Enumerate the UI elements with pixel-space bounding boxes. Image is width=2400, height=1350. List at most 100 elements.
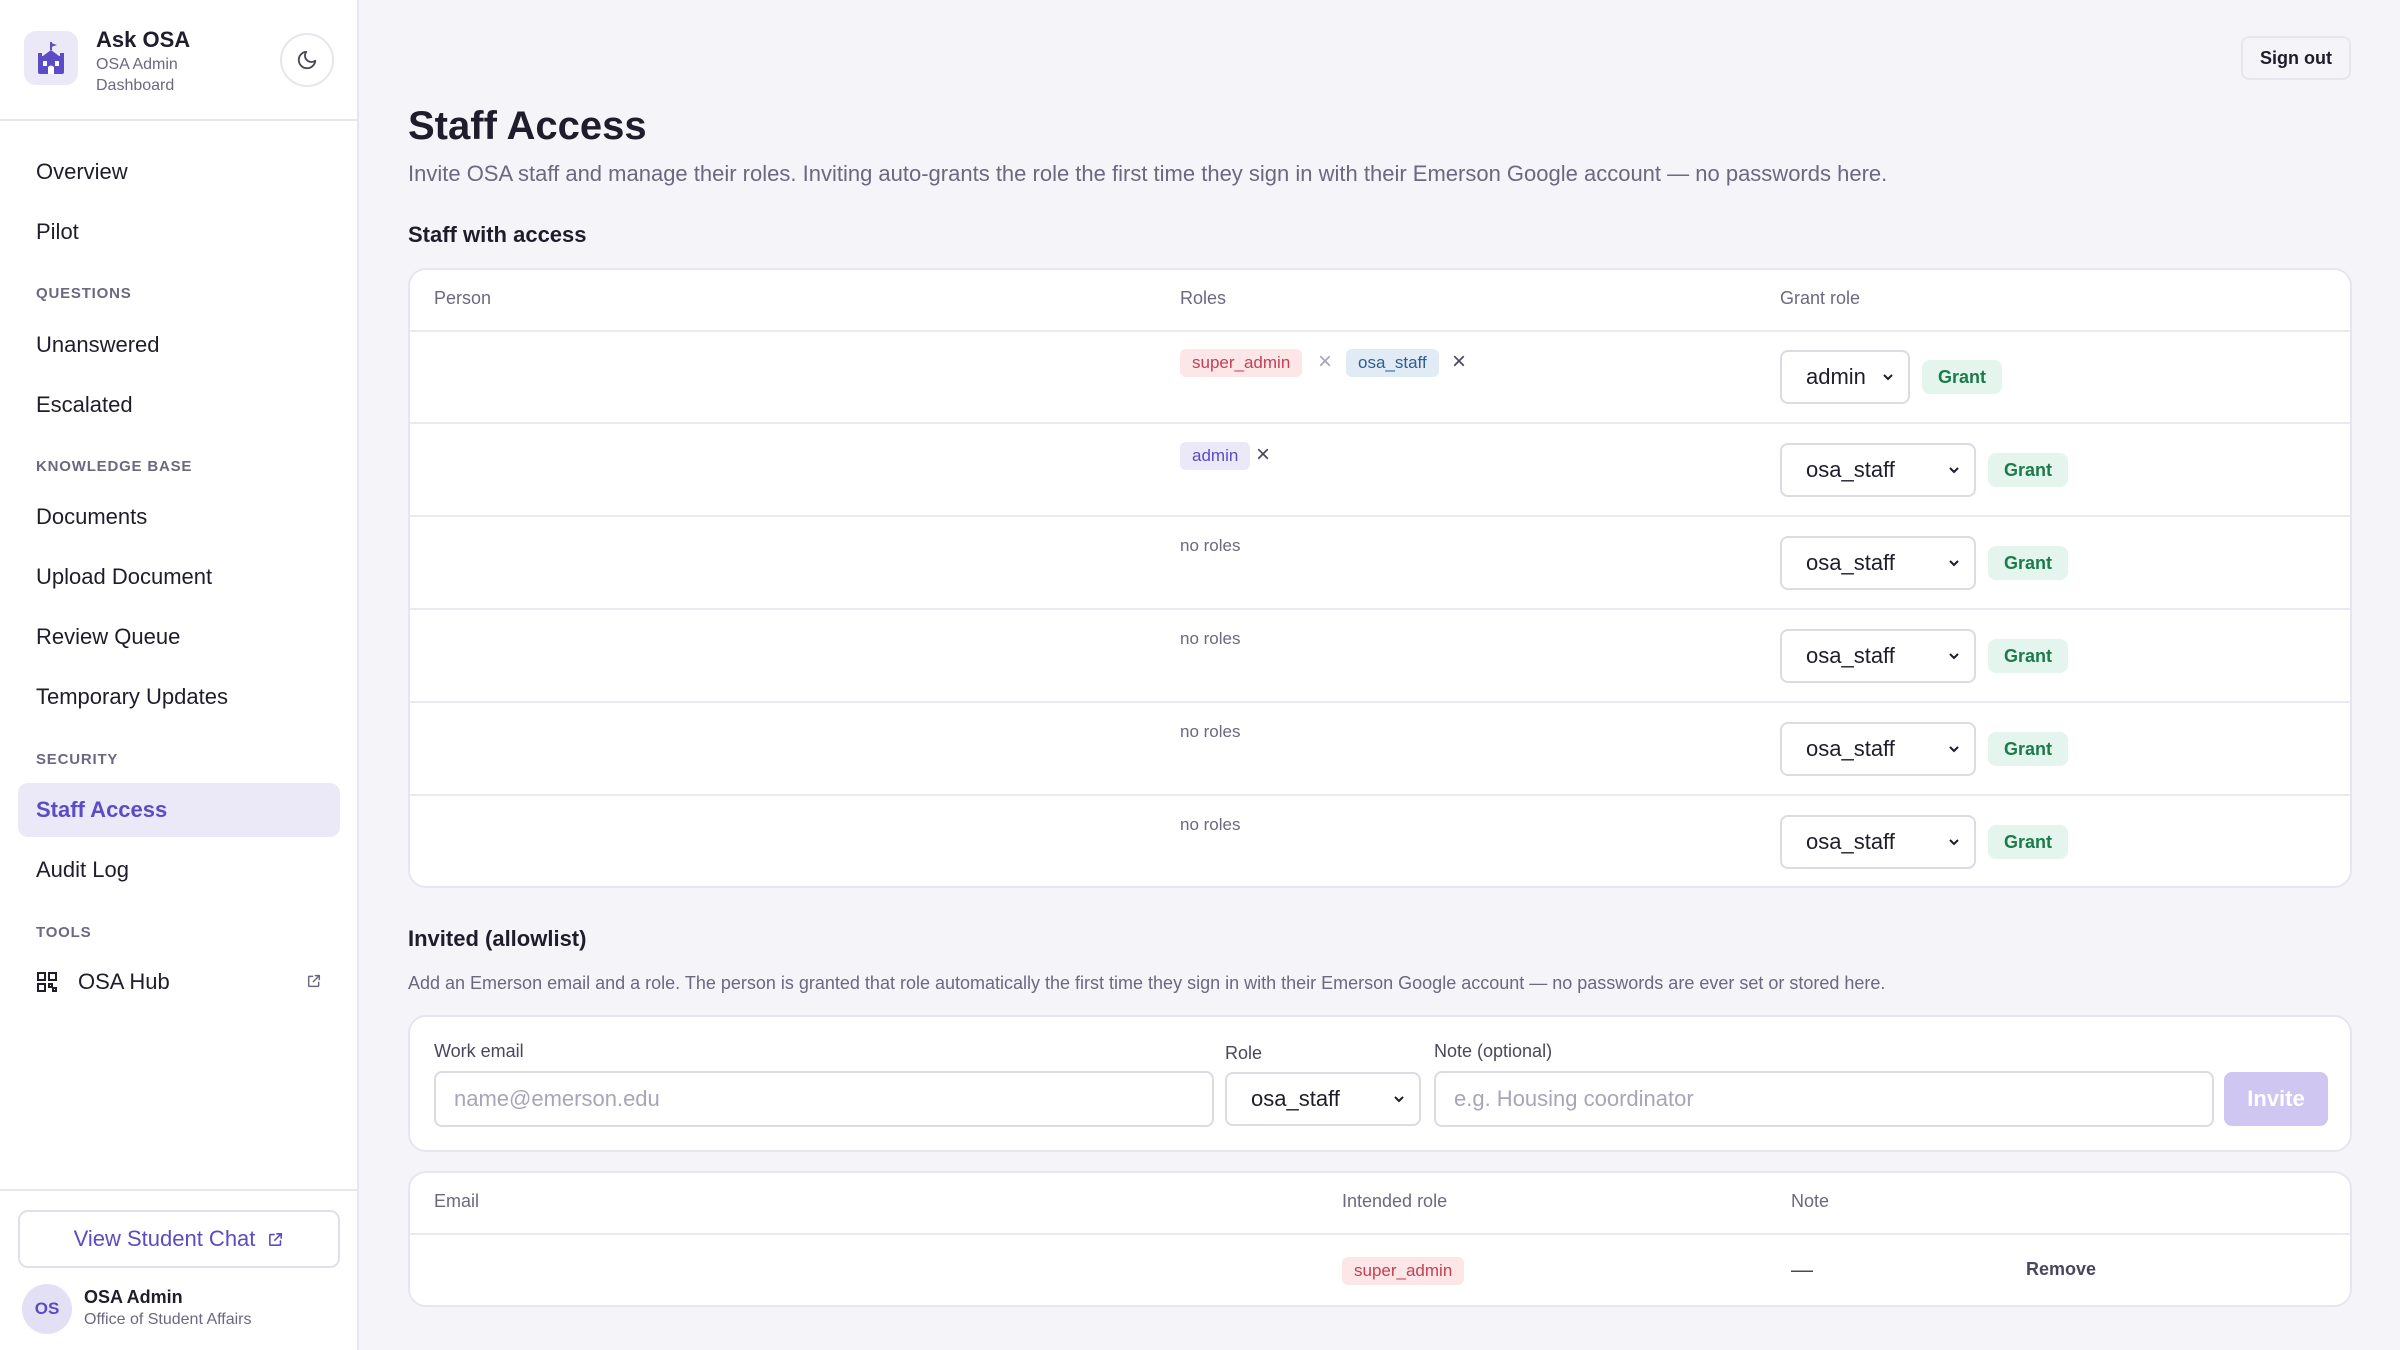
role-chip-osa-staff: osa_staff [1346, 349, 1439, 377]
grant-button[interactable]: Grant [1988, 453, 2069, 487]
sidebar-item-overview[interactable]: Overview [18, 145, 340, 199]
no-roles-text: no roles [1180, 815, 1241, 834]
user-name: OSA Admin [84, 1287, 183, 1307]
view-student-chat-button[interactable]: View Student Chat [18, 1210, 340, 1268]
work-email-input[interactable] [434, 1071, 1214, 1127]
remove-role-osa-staff-close-icon[interactable]: × [1452, 350, 1466, 374]
nav-section-security: SECURITY [36, 751, 119, 768]
chevron-down-icon [1949, 839, 1959, 846]
staff-table: Person Roles Grant role super_admin × os… [408, 268, 2352, 888]
column-header-grant-role: Grant role [1780, 288, 1861, 308]
external-link-icon [269, 1232, 283, 1246]
avatar: OS [22, 1284, 72, 1334]
grant-role-select-value: admin [1806, 364, 1866, 389]
remove-role-admin-close-icon[interactable]: × [1256, 443, 1270, 467]
sidebar-item-label: OSA Hub [78, 969, 170, 994]
grant-button[interactable]: Grant [1988, 732, 2069, 766]
page-title: Staff Access [408, 104, 647, 148]
grant-role-select[interactable]: osa_staff [1780, 815, 1976, 869]
grant-role-select-value: osa_staff [1806, 457, 1895, 482]
grant-role-select-value: osa_staff [1806, 643, 1895, 668]
nav-section-knowledge-base: KNOWLEDGE BASE [36, 458, 193, 475]
brand-header: Ask OSA OSA Admin Dashboard [0, 0, 357, 121]
sidebar-item-upload-document[interactable]: Upload Document [18, 550, 340, 604]
role-chip-admin: admin [1180, 442, 1251, 470]
chevron-down-icon [1883, 374, 1893, 381]
chevron-down-icon [1949, 746, 1959, 753]
no-roles-text: no roles [1180, 536, 1241, 555]
header-divider [410, 330, 2350, 332]
row-divider [410, 422, 2350, 424]
sidebar-item-label: Review Queue [36, 624, 181, 649]
note-input[interactable] [1434, 1071, 2214, 1127]
column-header-note: Note [1791, 1191, 1830, 1211]
sidebar-item-label: Overview [36, 159, 128, 184]
sidebar-item-temporary-updates[interactable]: Temporary Updates [18, 670, 340, 724]
grid-icon [37, 972, 57, 992]
sidebar-item-label: Audit Log [36, 857, 129, 882]
grant-role-select-value: osa_staff [1806, 550, 1895, 575]
nav-section-questions: QUESTIONS [36, 285, 132, 302]
no-roles-text: no roles [1180, 629, 1241, 648]
grant-role-select-value: osa_staff [1806, 829, 1895, 854]
sidebar: Ask OSA OSA Admin Dashboard Overview Pil… [0, 0, 359, 1350]
sidebar-item-label: Pilot [36, 219, 79, 244]
castle-icon [24, 31, 78, 85]
sidebar-footer: View Student Chat OS OSA Admin Office of… [0, 1189, 357, 1350]
column-header-person: Person [434, 288, 492, 308]
invite-role-select[interactable]: osa_staff [1225, 1072, 1421, 1126]
invited-table: Email Intended role Note super_admin — R… [408, 1171, 2352, 1307]
header-divider [410, 1233, 2350, 1235]
grant-button[interactable]: Grant [1922, 360, 2003, 394]
role-label: Role [1225, 1043, 1263, 1063]
view-student-chat-label: View Student Chat [73, 1226, 256, 1251]
grant-role-select[interactable]: osa_staff [1780, 722, 1976, 776]
grant-button[interactable]: Grant [1988, 546, 2069, 580]
sidebar-item-label: Upload Document [36, 564, 213, 589]
sidebar-item-label: Escalated [36, 392, 133, 417]
sidebar-item-label: Unanswered [36, 332, 160, 357]
intended-role-chip: super_admin [1342, 1257, 1465, 1285]
no-roles-text: no roles [1180, 722, 1241, 741]
app-title: Ask OSA [96, 27, 191, 52]
chevron-down-icon [1949, 653, 1959, 660]
sidebar-item-osa-hub[interactable]: OSA Hub [18, 955, 340, 1009]
work-email-label: Work email [434, 1041, 524, 1061]
row-divider [410, 608, 2350, 610]
grant-role-select[interactable]: osa_staff [1780, 536, 1976, 590]
moon-icon [297, 50, 317, 70]
chevron-down-icon [1394, 1096, 1404, 1103]
column-header-intended-role: Intended role [1342, 1191, 1448, 1211]
invite-role-select-value: osa_staff [1251, 1086, 1340, 1111]
column-header-email: Email [434, 1191, 480, 1211]
remove-button[interactable]: Remove [2026, 1259, 2096, 1280]
grant-role-select[interactable]: osa_staff [1780, 629, 1976, 683]
sign-out-button[interactable]: Sign out [2241, 36, 2351, 80]
external-link-icon [307, 974, 321, 988]
role-chip-super-admin: super_admin [1180, 349, 1303, 377]
grant-button[interactable]: Grant [1988, 825, 2069, 859]
chevron-down-icon [1949, 560, 1959, 567]
remove-role-super-admin-close-icon[interactable]: × [1318, 350, 1332, 374]
page-description: Invite OSA staff and manage their roles.… [408, 161, 1888, 186]
sidebar-item-documents[interactable]: Documents [18, 490, 340, 544]
theme-toggle-button[interactable] [280, 33, 334, 87]
app-subtitle: OSA Admin Dashboard [96, 56, 178, 94]
sidebar-item-label: Staff Access [36, 797, 168, 822]
sidebar-item-pilot[interactable]: Pilot [18, 205, 340, 259]
row-divider [410, 515, 2350, 517]
invite-form: Work email Role osa_staff Note (optional… [408, 1015, 2352, 1152]
sidebar-item-unanswered[interactable]: Unanswered [18, 318, 340, 372]
invited-description: Add an Emerson email and a role. The per… [408, 973, 1886, 993]
row-divider [410, 701, 2350, 703]
grant-role-select[interactable]: admin [1780, 350, 1910, 404]
sidebar-item-escalated[interactable]: Escalated [18, 378, 340, 432]
column-header-roles: Roles [1180, 288, 1227, 308]
sidebar-item-audit-log[interactable]: Audit Log [18, 843, 340, 897]
invite-button[interactable]: Invite [2224, 1072, 2328, 1126]
grant-button[interactable]: Grant [1988, 639, 2069, 673]
nav-section-tools: TOOLS [36, 924, 92, 941]
sidebar-item-review-queue[interactable]: Review Queue [18, 610, 340, 664]
sidebar-item-staff-access[interactable]: Staff Access [18, 783, 340, 837]
grant-role-select[interactable]: osa_staff [1780, 443, 1976, 497]
